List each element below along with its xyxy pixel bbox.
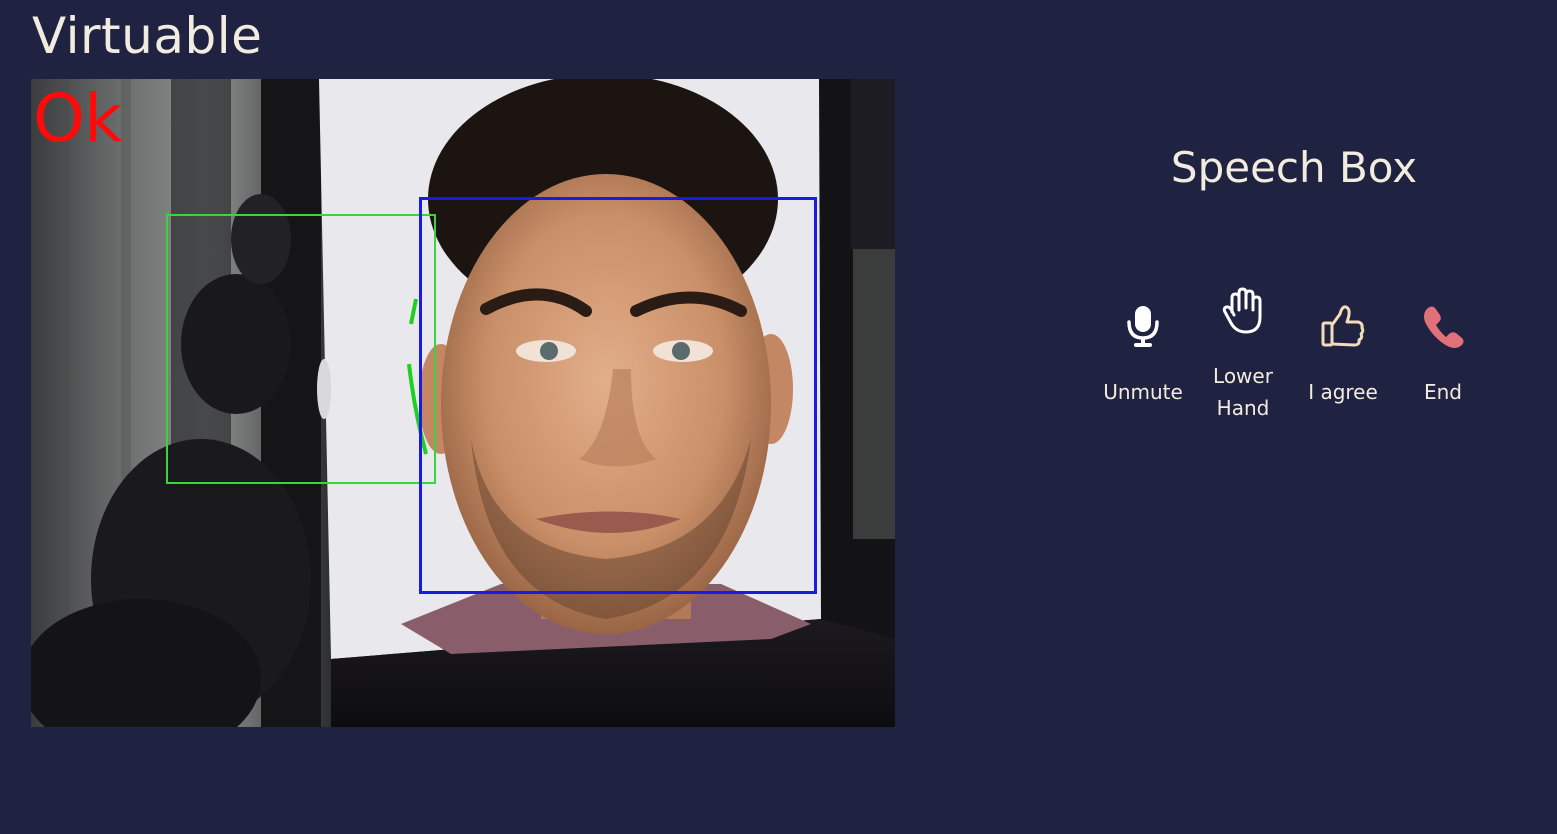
phone-icon — [1418, 300, 1468, 350]
hand-detection-box — [166, 214, 436, 484]
end-call-button[interactable]: End — [1393, 286, 1493, 426]
video-feed: Ok — [31, 79, 895, 727]
call-controls: Unmute Lower Hand I agree End — [1093, 286, 1493, 426]
unmute-label: Unmute — [1103, 380, 1183, 404]
thumbs-up-icon — [1318, 302, 1368, 352]
gesture-status-label: Ok — [33, 80, 122, 157]
lower-hand-button[interactable]: Lower Hand — [1193, 286, 1293, 426]
lower-hand-label: Lower Hand — [1213, 364, 1273, 420]
face-detection-box — [419, 197, 817, 594]
agree-label: I agree — [1308, 380, 1378, 404]
agree-button[interactable]: I agree — [1293, 286, 1393, 426]
unmute-button[interactable]: Unmute — [1093, 286, 1193, 426]
microphone-icon — [1118, 300, 1168, 350]
raised-hand-icon — [1218, 286, 1268, 336]
app-title: Virtuable — [32, 7, 263, 65]
speech-box-title: Speech Box — [1170, 143, 1418, 192]
end-label: End — [1423, 380, 1462, 404]
